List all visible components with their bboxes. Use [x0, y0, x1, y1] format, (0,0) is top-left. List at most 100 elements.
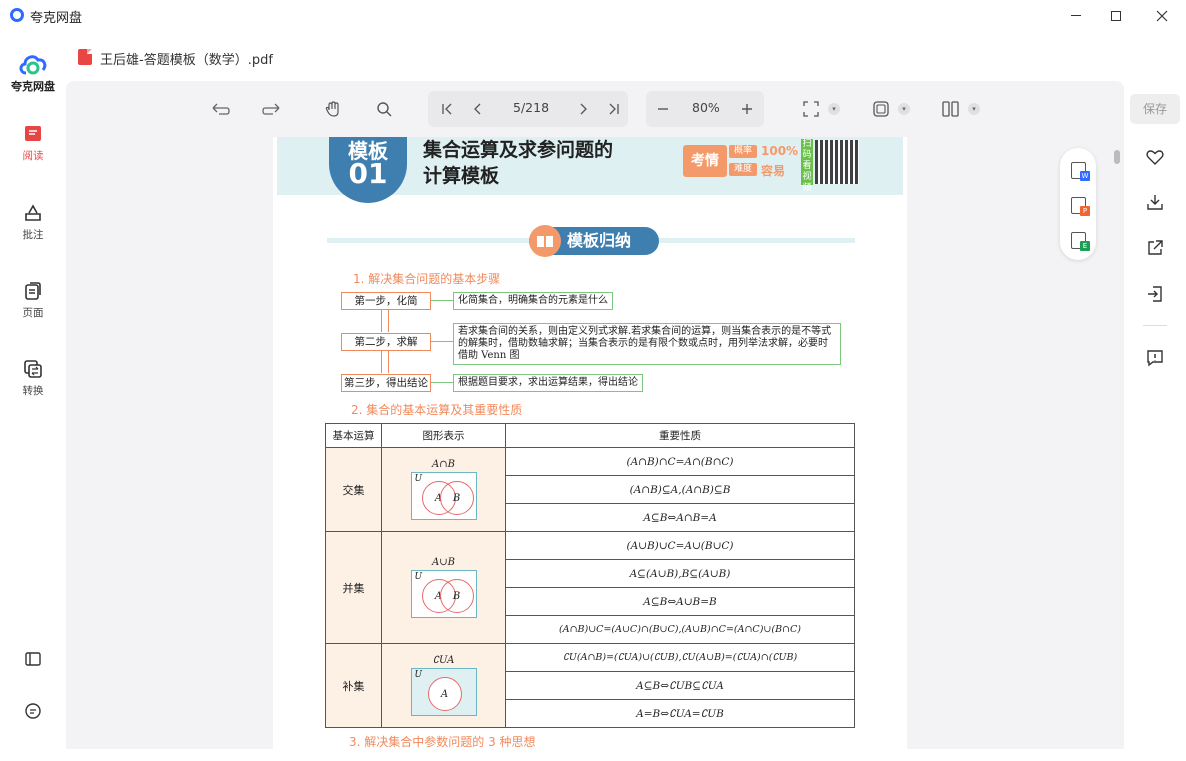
title-bar: 夸克网盘	[0, 0, 1186, 31]
fit-width-button[interactable]	[799, 97, 823, 121]
undo-button[interactable]	[209, 97, 233, 121]
convert-icon	[24, 360, 42, 378]
property-cell: (A∪B)∪C=A∪(B∪C)	[505, 531, 855, 560]
step-label: 第三步，得出结论	[341, 374, 431, 392]
property-cell: A⊆(A∪B),B⊆(A∪B)	[505, 559, 855, 588]
heading-steps: 1. 解决集合问题的基本步骤	[353, 272, 501, 286]
redo-button[interactable]	[259, 97, 283, 121]
property-cell: A=B⇔∁UA=∁UB	[505, 699, 855, 728]
pdf-file-icon	[78, 49, 92, 65]
step-connector	[431, 382, 453, 383]
step-arrow	[381, 310, 389, 332]
step-label: 第二步，求解	[341, 333, 431, 351]
chevron-down-icon[interactable]: ▾	[828, 103, 840, 115]
excel-icon: E	[1080, 241, 1090, 251]
sidebar-item-label: 批注	[22, 229, 44, 241]
zoom-level[interactable]: 80%	[692, 100, 720, 115]
chevron-right-icon	[580, 103, 587, 115]
op-name: 补集	[325, 643, 382, 728]
table-header: 重要性质	[505, 423, 855, 448]
export-ppt-button[interactable]: P	[1071, 197, 1090, 216]
ppt-icon: P	[1080, 206, 1090, 216]
difficulty-value: 容易	[761, 164, 786, 178]
page-indicator[interactable]: 5/218	[513, 100, 549, 115]
feedback-icon[interactable]	[23, 701, 43, 721]
sidebar-item-label: 页面	[22, 307, 44, 319]
chevron-down-icon[interactable]: ▾	[968, 103, 980, 115]
sidebar-item-read[interactable]: 阅读	[8, 123, 58, 163]
step-connector	[431, 341, 453, 342]
redo-icon	[262, 103, 280, 115]
venn-cell: A∪B U A B	[381, 531, 506, 644]
template-badge: 模板 01	[329, 137, 407, 203]
download-icon[interactable]	[1145, 192, 1165, 212]
file-name[interactable]: 王后雄-答题模板（数学）.pdf	[100, 49, 273, 68]
probability-value: 100%	[761, 144, 799, 158]
app-logo-icon	[10, 8, 24, 22]
qr-code-icon	[815, 140, 859, 184]
last-page-button[interactable]	[602, 97, 626, 121]
property-cell: (A∩B)∪C=(A∪C)∩(B∪C),(A∪B)∩C=(A∩C)∪(B∩C)	[505, 615, 855, 644]
brand[interactable]: 夸克网盘	[8, 51, 58, 94]
import-icon[interactable]	[1145, 284, 1165, 304]
property-cell: (A∩B)∩C=A∩(B∩C)	[505, 447, 855, 476]
undo-icon	[212, 103, 230, 115]
page-header-band: 模板 01 集合运算及求参问题的 计算模板 考情 概率 100% 难度 容易 扫…	[277, 137, 903, 203]
divider	[1143, 325, 1167, 326]
sidebar-item-pages[interactable]: 页面	[8, 280, 58, 320]
property-cell: ∁U(A∩B)=(∁UA)∪(∁UB),∁U(A∪B)=(∁UA)∩(∁UB)	[505, 643, 855, 672]
search-icon	[377, 102, 392, 117]
scan-label: 扫码看视频	[801, 139, 813, 193]
heading-parameters: 3. 解决集合中参数问题的 3 种思想	[349, 735, 536, 749]
report-icon[interactable]	[1145, 348, 1165, 368]
last-page-icon	[609, 103, 619, 115]
pdf-page[interactable]: 模板 01 集合运算及求参问题的 计算模板 考情 概率 100% 难度 容易 扫…	[273, 137, 907, 749]
book-icon	[25, 126, 41, 141]
set-b-label: B	[452, 493, 461, 504]
op-name: 交集	[325, 447, 382, 532]
universe-label: U	[414, 572, 423, 582]
export-excel-button[interactable]: E	[1071, 232, 1090, 251]
fullscreen-icon	[873, 101, 889, 117]
chevron-left-icon	[474, 103, 481, 115]
scrollbar-thumb[interactable]	[1114, 150, 1120, 164]
set-a-label: A	[440, 689, 449, 700]
doc-title: 集合运算及求参问题的 计算模板	[423, 137, 613, 189]
zoom-out-button[interactable]	[651, 97, 675, 121]
open-book-icon	[529, 225, 561, 257]
save-button[interactable]: 保存	[1130, 94, 1180, 124]
venn-caption: ∁UA	[432, 655, 455, 666]
step-desc: 根据题目要求，求出运算结果，得出结论	[453, 374, 643, 392]
prev-page-button[interactable]	[466, 97, 490, 121]
pdf-viewer: 5/218 80% ▾ ▾ ▾ 模板 01 集合运算及求参问题的 计算模板 考情…	[66, 81, 1124, 749]
sidebar-toggle-icon[interactable]	[23, 649, 43, 669]
probability-tag: 概率	[729, 145, 757, 158]
maximize-icon	[1111, 10, 1121, 21]
table-header: 图形表示	[381, 423, 506, 448]
maximize-button[interactable]	[1094, 0, 1138, 31]
close-button[interactable]	[1140, 0, 1184, 31]
chevron-down-icon[interactable]: ▾	[898, 103, 910, 115]
minimize-icon	[1071, 15, 1081, 16]
minimize-button[interactable]	[1054, 0, 1098, 31]
table-row: 交集 A∩B U A B (A∩B)∩C=A∩(B∩C)	[325, 447, 855, 532]
sidebar-item-convert[interactable]: 转换	[8, 358, 58, 398]
search-button[interactable]	[372, 97, 396, 121]
fullscreen-button[interactable]	[869, 97, 893, 121]
table-row: 并集 A∪B U A B (A∪B)∪C=A∪(B∪C)	[325, 531, 855, 644]
heart-icon[interactable]	[1145, 147, 1165, 167]
set-b-circle: B	[439, 481, 474, 515]
zoom-in-button[interactable]	[735, 97, 759, 121]
next-page-button[interactable]	[571, 97, 595, 121]
sidebar-item-annotate[interactable]: 批注	[8, 202, 58, 242]
doc-title-line2: 计算模板	[423, 165, 500, 187]
hand-tool-button[interactable]	[321, 97, 345, 121]
first-page-button[interactable]	[435, 97, 459, 121]
annotate-icon	[25, 204, 41, 221]
export-word-button[interactable]: W	[1071, 162, 1090, 181]
share-icon[interactable]	[1145, 238, 1165, 258]
op-name: 并集	[325, 531, 382, 644]
table-header-row: 基本运算 图形表示 重要性质	[325, 423, 855, 448]
page-layout-button[interactable]	[939, 97, 963, 121]
step-desc: 若求集合间的关系，则由定义列式求解.若求集合间的运算，则当集合表示的是不等式的解…	[453, 323, 841, 365]
